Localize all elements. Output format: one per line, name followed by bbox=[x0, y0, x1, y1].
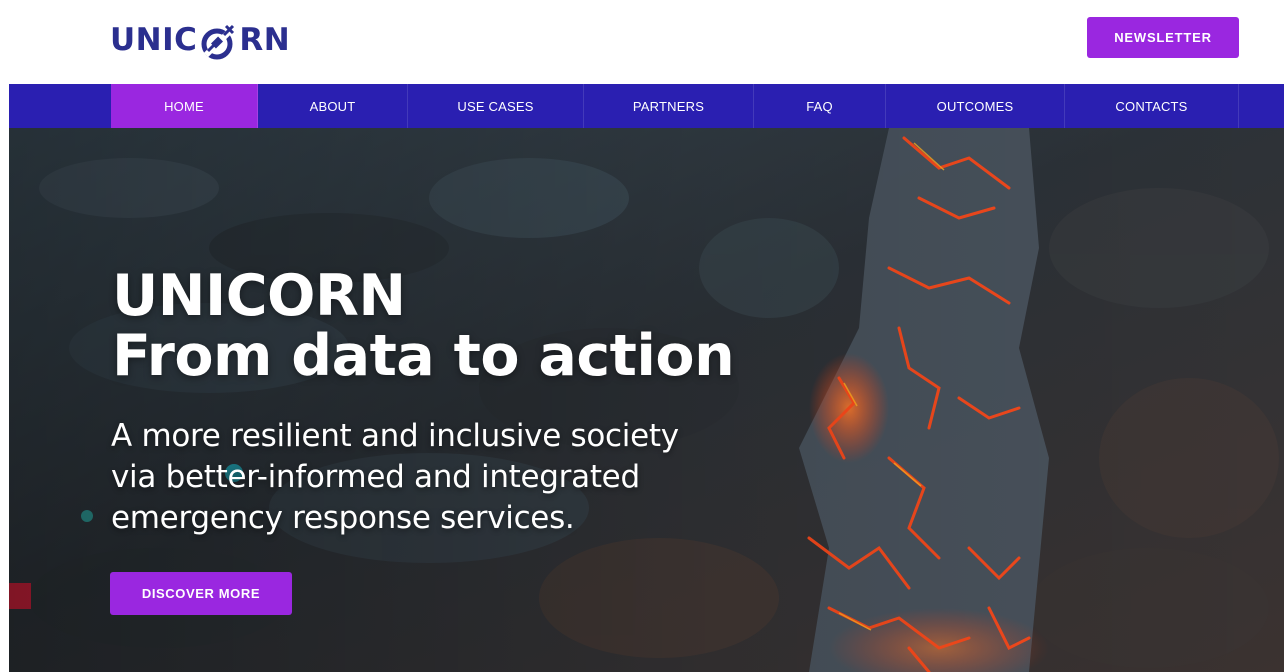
logo-text-start: UNIC bbox=[110, 22, 198, 58]
hero-subtitle: A more resilient and inclusive society v… bbox=[111, 416, 751, 539]
newsletter-button[interactable]: NEWSLETTER bbox=[1087, 17, 1239, 58]
discover-more-button[interactable]: DISCOVER MORE bbox=[110, 572, 292, 615]
hero-subtitle-line-1: A more resilient and inclusive society bbox=[111, 418, 679, 454]
site-header: UNIC RN NEWSLETTER bbox=[0, 0, 1284, 84]
nav-item-about[interactable]: ABOUT bbox=[258, 84, 408, 128]
unicorn-logo[interactable]: UNIC RN bbox=[110, 10, 290, 70]
nav-item-partners[interactable]: PARTNERS bbox=[584, 84, 754, 128]
hero-section: UNICORN From data to action A more resil… bbox=[9, 128, 1284, 672]
hero-title-line-2: From data to action bbox=[112, 323, 735, 389]
satellite-logo-icon bbox=[198, 22, 238, 62]
nav-item-use-cases[interactable]: USE CASES bbox=[408, 84, 584, 128]
logo-text-end: RN bbox=[239, 22, 291, 58]
nav-item-outcomes[interactable]: OUTCOMES bbox=[886, 84, 1065, 128]
nav-item-contacts[interactable]: CONTACTS bbox=[1065, 84, 1239, 128]
hero-title-line-1: UNICORN bbox=[112, 263, 406, 329]
hero-subtitle-line-2: via better-informed and integrated bbox=[111, 459, 640, 495]
main-nav: HOME ABOUT USE CASES PARTNERS FAQ OUTCOM… bbox=[9, 84, 1284, 128]
hero-title: UNICORN From data to action bbox=[112, 263, 735, 389]
hero-subtitle-line-3: emergency response services. bbox=[111, 500, 575, 536]
nav-item-home[interactable]: HOME bbox=[111, 84, 258, 128]
nav-item-faq[interactable]: FAQ bbox=[754, 84, 886, 128]
